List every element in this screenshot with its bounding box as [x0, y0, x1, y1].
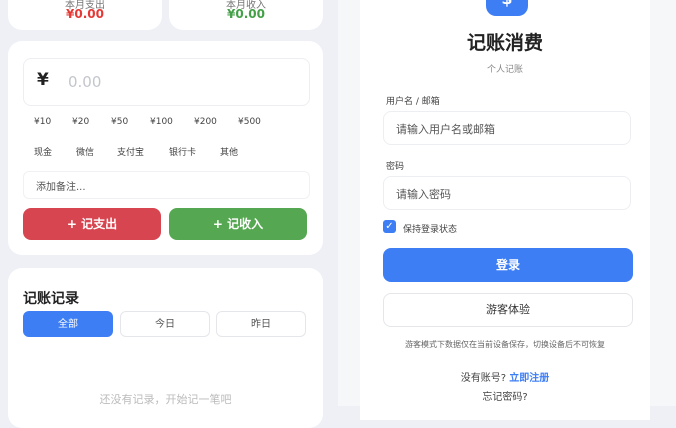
quick-amount-100[interactable]: ¥100 [150, 117, 173, 127]
amount-field[interactable]: ¥ [23, 58, 310, 106]
entry-card: ¥ ¥10 ¥20 ¥50 ¥100 ¥200 ¥500 现金 微信 支付宝 银… [8, 41, 323, 255]
records-empty-text: 还没有记录，开始记一笔吧 [99, 393, 232, 406]
payment-cash[interactable]: 现金 [34, 145, 52, 158]
payment-other[interactable]: 其他 [220, 145, 238, 158]
quick-amount-10[interactable]: ¥10 [34, 117, 51, 127]
password-field[interactable] [383, 176, 631, 210]
quick-amount-500[interactable]: ¥500 [238, 117, 261, 127]
payment-wechat[interactable]: 微信 [76, 145, 94, 158]
password-label: 密码 [386, 162, 405, 172]
income-summary-card: 本月收入 ¥0.00 [169, 0, 323, 30]
filter-yesterday[interactable]: 昨日 [216, 311, 306, 337]
records-title: 记账记录 [23, 291, 79, 307]
amount-input[interactable] [66, 67, 270, 97]
add-expense-button[interactable]: + 记支出 [23, 208, 161, 240]
quick-amount-20[interactable]: ¥20 [72, 117, 89, 127]
payment-alipay[interactable]: 支付宝 [117, 145, 144, 158]
dollar-icon: $ [486, 0, 528, 16]
filter-all[interactable]: 全部 [23, 311, 113, 337]
login-card: $ 记账消费 个人记账 用户名 / 邮箱 密码 ✓ 保持登录状态 登录 游客体验… [360, 0, 650, 420]
register-line: 没有账号? 立即注册 [360, 369, 650, 384]
app-subtitle: 个人记账 [486, 65, 523, 75]
login-button[interactable]: 登录 [383, 248, 633, 282]
username-input[interactable] [394, 119, 618, 139]
remember-label: 保持登录状态 [403, 225, 458, 235]
quick-amount-50[interactable]: ¥50 [111, 117, 128, 127]
password-input[interactable] [394, 184, 618, 204]
guest-button[interactable]: 游客体验 [383, 293, 633, 327]
checkbox-checked-icon[interactable]: ✓ [383, 220, 396, 233]
register-link[interactable]: 立即注册 [509, 373, 549, 384]
username-field[interactable] [383, 111, 631, 145]
app-title: 记账消费 [466, 32, 543, 54]
income-summary-value: ¥0.00 [227, 7, 265, 21]
currency-symbol: ¥ [37, 70, 49, 90]
add-income-button[interactable]: + 记收入 [169, 208, 307, 240]
filter-today[interactable]: 今日 [120, 311, 210, 337]
note-input[interactable]: 添加备注... [23, 171, 310, 199]
payment-bankcard[interactable]: 银行卡 [169, 145, 196, 158]
guest-note: 游客模式下数据仅在当前设备保存，切换设备后不可恢复 [405, 340, 605, 349]
records-card: 记账记录 全部 今日 昨日 还没有记录，开始记一笔吧 [8, 268, 323, 428]
forgot-password-link[interactable]: 忘记密码? [360, 388, 650, 403]
quick-amount-200[interactable]: ¥200 [194, 117, 217, 127]
expense-summary-card: 本月支出 ¥0.00 [8, 0, 162, 30]
username-label: 用户名 / 邮箱 [386, 97, 440, 107]
note-placeholder: 添加备注... [36, 182, 86, 193]
expense-summary-value: ¥0.00 [66, 7, 104, 21]
no-account-text: 没有账号? [460, 373, 507, 384]
